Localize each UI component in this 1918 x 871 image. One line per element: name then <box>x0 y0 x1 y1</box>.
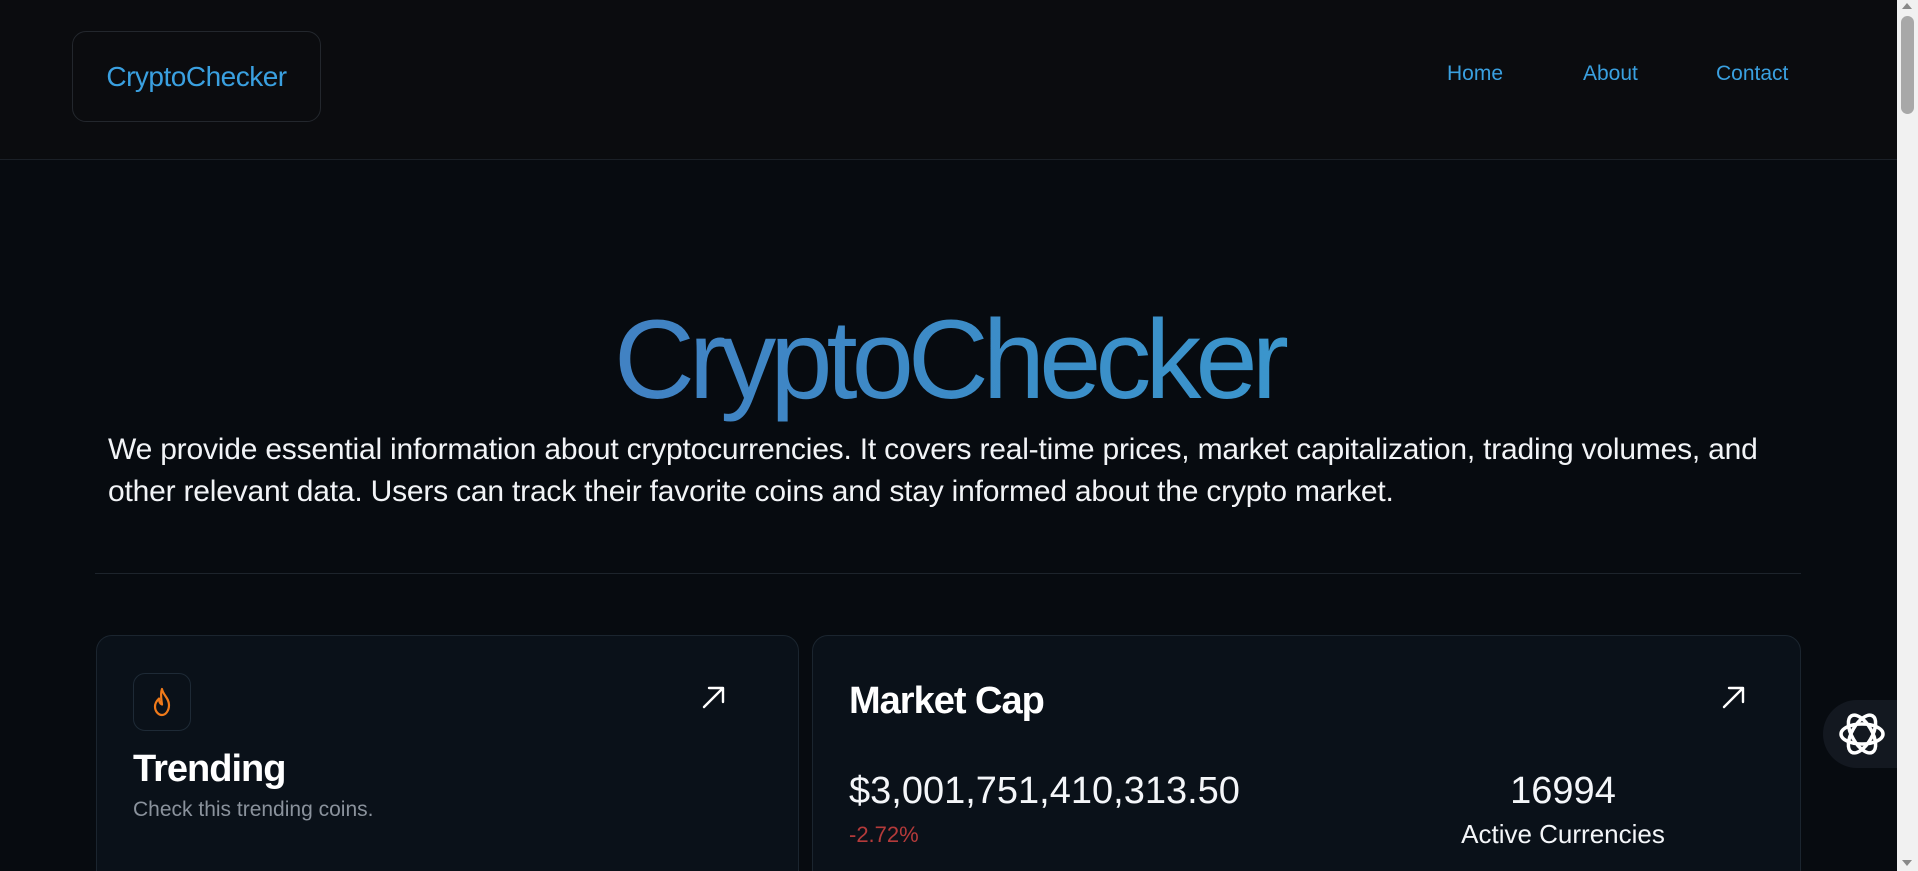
trending-title: Trending <box>133 748 286 790</box>
trending-card[interactable]: Trending Check this trending coins. <box>96 635 799 871</box>
ai-assistant-button[interactable] <box>1823 700 1897 768</box>
arrow-up-right-icon[interactable] <box>700 683 728 711</box>
hero-description: We provide essential information about c… <box>108 433 1758 508</box>
nav-link-about[interactable]: About <box>1583 62 1638 86</box>
nav-links: Home About Contact <box>0 62 1897 92</box>
nav-link-contact[interactable]: Contact <box>1716 62 1788 86</box>
market-cap-change: -2.72% <box>849 822 919 847</box>
ai-assistant-icon <box>1839 713 1885 755</box>
market-cap-card[interactable]: Market Cap $3,001,751,410,313.50 -2.72% … <box>812 635 1801 871</box>
page: CryptoChecker Home About Contact CryptoC… <box>0 0 1897 871</box>
vertical-scrollbar[interactable] <box>1897 0 1918 871</box>
scroll-down-arrow-icon[interactable] <box>1902 860 1912 866</box>
trending-icon-box <box>133 673 191 731</box>
nav-link-home[interactable]: Home <box>1447 62 1503 86</box>
active-currencies-label: Active Currencies <box>1461 819 1665 849</box>
scrollbar-thumb[interactable] <box>1901 16 1914 114</box>
arrow-up-right-icon[interactable] <box>1720 683 1748 711</box>
scroll-up-arrow-icon[interactable] <box>1902 3 1912 9</box>
trending-subtitle: Check this trending coins. <box>133 798 374 821</box>
market-cap-title: Market Cap <box>849 680 1045 722</box>
flame-icon <box>153 687 171 717</box>
navbar: CryptoChecker Home About Contact <box>0 0 1897 160</box>
hero-title: CryptoChecker <box>0 290 1897 430</box>
market-cap-value: $3,001,751,410,313.50 <box>849 770 1240 812</box>
section-divider <box>95 573 1801 574</box>
active-currencies-count: 16994 <box>1510 770 1616 812</box>
